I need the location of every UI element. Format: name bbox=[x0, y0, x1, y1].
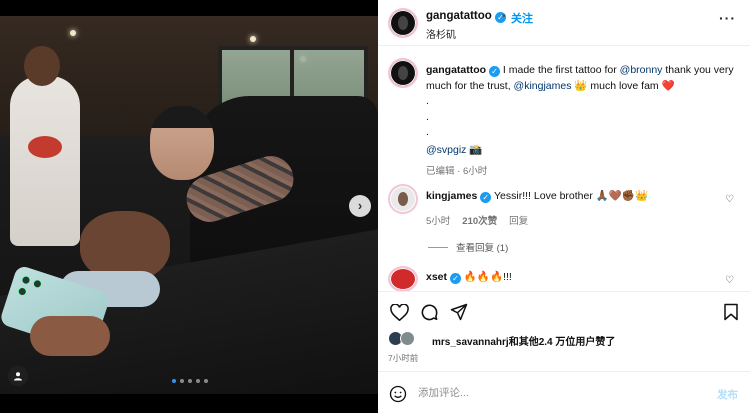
mention-link[interactable]: @bronny bbox=[620, 64, 663, 76]
hand bbox=[30, 316, 110, 356]
comment-username[interactable]: kingjames bbox=[426, 190, 477, 202]
comment-like-icon[interactable]: ♡ bbox=[725, 194, 734, 205]
save-icon[interactable] bbox=[720, 301, 742, 323]
reply-button[interactable]: 回复 bbox=[509, 213, 528, 227]
divider bbox=[428, 246, 448, 248]
follow-button[interactable]: 关注 bbox=[511, 10, 533, 26]
emoji-icon[interactable] bbox=[389, 385, 407, 408]
carousel-dot[interactable] bbox=[180, 379, 184, 383]
carousel-dot[interactable] bbox=[188, 379, 192, 383]
likes-text: mrs_savannahrj和其他2.4 万位用户赞了 bbox=[432, 337, 616, 348]
caption-meta: 已编辑 · 6小时 bbox=[426, 166, 488, 177]
comment-text: Yessir!!! Love brother 🙏🏾🤎✊🏾👑 bbox=[494, 190, 649, 202]
post-sidebar: gangatattoo ✓ • 关注 洛杉矶 ··· gangatattoo ✓… bbox=[378, 0, 750, 413]
carousel-dots bbox=[172, 379, 208, 383]
share-icon[interactable] bbox=[448, 301, 470, 323]
phone-camera bbox=[31, 278, 44, 290]
like-icon[interactable] bbox=[388, 301, 410, 323]
carousel-dot[interactable] bbox=[204, 379, 208, 383]
bystander-head bbox=[24, 46, 60, 86]
carousel-dot[interactable] bbox=[172, 379, 176, 383]
post-header: gangatattoo ✓ • 关注 洛杉矶 ··· bbox=[378, 0, 750, 46]
comment-icon[interactable] bbox=[418, 301, 440, 323]
verified-icon: ✓ bbox=[480, 192, 492, 203]
tattoo-artist-head bbox=[150, 106, 214, 180]
next-image-button[interactable]: › bbox=[349, 195, 371, 217]
tagged-users-button[interactable] bbox=[8, 366, 28, 386]
post-comment-button[interactable]: 发布 bbox=[717, 387, 738, 402]
carousel-dot[interactable] bbox=[196, 379, 200, 383]
verified-icon: ✓ bbox=[449, 273, 461, 284]
add-comment-bar: 发布 bbox=[378, 371, 750, 413]
verified-icon: ✓ bbox=[489, 66, 500, 77]
comment-like-icon[interactable]: ♡ bbox=[725, 275, 734, 286]
likes-summary[interactable]: mrs_savannahrj和其他2.4 万位用户赞了 bbox=[388, 330, 740, 348]
mention-link[interactable]: @svpgiz bbox=[426, 144, 466, 156]
avatar[interactable] bbox=[388, 266, 418, 292]
avatar[interactable] bbox=[388, 58, 418, 88]
location-link[interactable]: 洛杉矶 bbox=[426, 26, 456, 41]
post-media[interactable]: › bbox=[0, 0, 378, 413]
view-replies-button[interactable]: 查看回复 (1) bbox=[428, 240, 508, 254]
comment-time: 5小时 bbox=[426, 216, 451, 227]
comment-likes[interactable]: 210次赞 bbox=[462, 213, 497, 227]
phone-camera bbox=[16, 285, 28, 298]
comment-input[interactable] bbox=[418, 384, 688, 402]
post-actions bbox=[378, 291, 750, 331]
phone-camera bbox=[20, 274, 32, 286]
more-options-icon[interactable]: ··· bbox=[719, 10, 736, 26]
header-username[interactable]: gangatattoo ✓ bbox=[426, 10, 507, 23]
separator-dot: • bbox=[502, 10, 506, 22]
caption-username[interactable]: gangatattoo bbox=[426, 64, 486, 76]
ceiling-light bbox=[250, 36, 256, 42]
avatar[interactable] bbox=[388, 184, 418, 214]
comment-text: 🔥🔥🔥!!! bbox=[463, 271, 512, 283]
shirt-graphic bbox=[28, 136, 62, 158]
avatar[interactable] bbox=[388, 8, 418, 38]
user-icon bbox=[14, 372, 22, 381]
post-photo bbox=[0, 16, 378, 394]
post-time: 7小时前 bbox=[388, 353, 419, 363]
mention-link[interactable]: @kingjames bbox=[514, 80, 572, 92]
ceiling-light bbox=[70, 30, 76, 36]
avatar bbox=[400, 331, 415, 346]
caption-text: gangatattoo ✓ I made the first tattoo fo… bbox=[426, 63, 744, 180]
comment-username[interactable]: xset bbox=[426, 271, 447, 283]
